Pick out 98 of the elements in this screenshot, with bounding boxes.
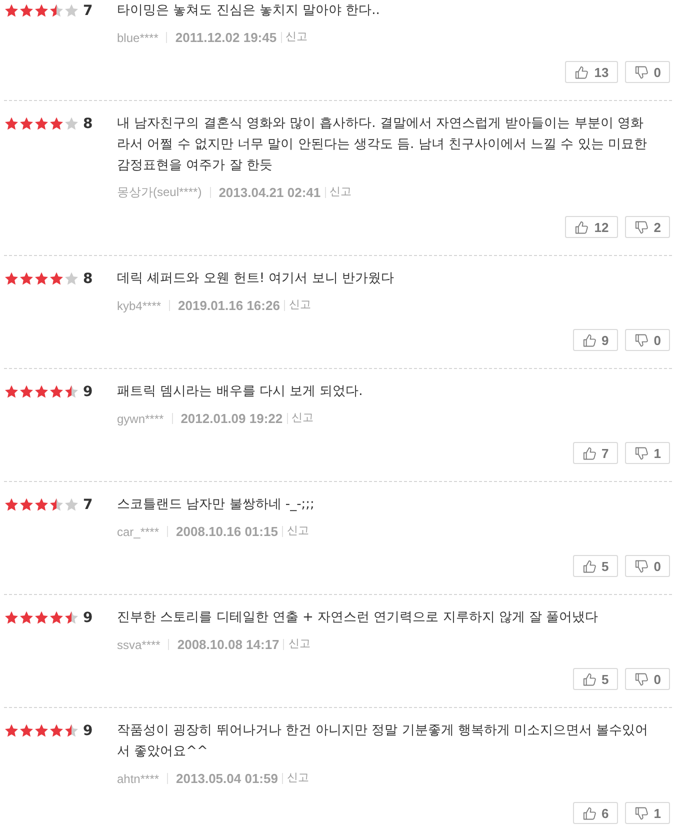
- like-button[interactable]: 12: [565, 216, 618, 238]
- star-icon: [5, 272, 18, 285]
- review-date: 2012.01.09 19:22: [180, 411, 283, 426]
- star-icon: [5, 385, 18, 398]
- star-icon: [50, 4, 63, 17]
- thumbs-down-icon: [634, 220, 648, 234]
- review-date: 2013.05.04 01:59: [176, 771, 278, 786]
- dislike-button[interactable]: 0: [624, 329, 670, 351]
- thumbs-up-icon: [575, 220, 588, 234]
- username: ssva****: [117, 638, 160, 652]
- star-icon: [35, 385, 48, 398]
- like-button[interactable]: 6: [572, 802, 618, 824]
- rating-score: 9: [83, 722, 93, 738]
- report-link[interactable]: 신고: [330, 184, 352, 198]
- review-date: 2008.10.16 01:15: [176, 524, 278, 539]
- star-icon: [65, 4, 78, 17]
- dislike-button[interactable]: 2: [624, 216, 670, 238]
- star-icon: [20, 117, 33, 130]
- rating-score: 9: [83, 384, 93, 400]
- thumbs-up-icon: [582, 334, 596, 346]
- thumbs-up-icon: [582, 672, 596, 686]
- review-text: 패트릭 뎀시라는 배우를 다시 보게 되었다.: [117, 383, 364, 401]
- rating-score: 7: [83, 496, 93, 512]
- star-icon: [5, 4, 18, 17]
- star-icon: [20, 611, 33, 624]
- star-icon: [35, 724, 48, 737]
- star-icon: [35, 4, 48, 17]
- thumbs-down-icon: [634, 334, 648, 346]
- thumbs-down-icon: [634, 560, 648, 572]
- star-icon: [35, 117, 48, 130]
- star-icon: [5, 724, 18, 737]
- star-icon: [65, 498, 78, 511]
- like-button[interactable]: 13: [565, 61, 618, 83]
- star-icon: [50, 611, 63, 624]
- username: ahtn****: [117, 772, 160, 786]
- username: car_****: [117, 524, 160, 538]
- username: blue****: [117, 30, 158, 44]
- review-text: 진부한 스토리를 디테일한 연출 + 자연스런 연기력으로 지루하지 않게 잘 풀어냈다: [117, 609, 600, 627]
- report-link[interactable]: 신고: [292, 410, 314, 424]
- review-date: 2019.01.16 16:26: [178, 298, 280, 313]
- report-link[interactable]: 신고: [288, 296, 311, 312]
- thumbs-up-icon: [582, 806, 596, 820]
- thumbs-down-icon: [634, 806, 648, 820]
- review-date: 2008.10.08 14:17: [177, 637, 280, 652]
- star-icon: [20, 498, 33, 511]
- star-icon: [20, 272, 33, 285]
- star-icon: [5, 611, 18, 624]
- dislike-button[interactable]: 1: [624, 442, 670, 464]
- thumbs-up-icon: [582, 446, 596, 460]
- star-icon: [65, 117, 78, 130]
- like-button[interactable]: 5: [572, 555, 618, 577]
- like-button[interactable]: 9: [572, 329, 618, 351]
- star-icon: [50, 498, 63, 511]
- star-icon: [65, 385, 78, 398]
- star-icon: [35, 272, 48, 285]
- review-text: 작품성이 굉장히 뛰어나거나 한건 아니지만 정말 기분좋게 행복하게 미소지으면서 볼수있어서 좋았어요^^: [117, 722, 650, 761]
- star-icon: [5, 498, 18, 511]
- like-button[interactable]: 7: [572, 442, 618, 464]
- star-icon: [50, 117, 63, 130]
- report-link[interactable]: 신고: [286, 522, 309, 538]
- review-date: 2013.04.21 02:41: [218, 185, 321, 200]
- star-icon: [65, 724, 78, 737]
- star-icon: [35, 611, 48, 624]
- star-icon: [50, 724, 63, 737]
- report-link[interactable]: 신고: [288, 636, 310, 650]
- thumbs-up-icon: [575, 66, 588, 78]
- rating-score: 8: [83, 116, 93, 132]
- report-link[interactable]: 신고: [286, 770, 309, 784]
- review-text: 내 남자친구의 결혼식 영화와 많이 흡사하다. 결말에서 자연스럽게 받아들이는 부분이 영화라서 어쩔 수 없지만 너무 말이 안된다는 생각도 듬. 남녀 친구사이에서 느낄 수 있는 미묘한 감정표현을 여주가 잘 한듯: [117, 115, 648, 175]
- like-button[interactable]: 5: [572, 668, 618, 690]
- dislike-button[interactable]: 0: [624, 555, 670, 577]
- thumbs-down-icon: [634, 446, 648, 460]
- thumbs-down-icon: [634, 672, 648, 686]
- dislike-button[interactable]: 0: [624, 668, 670, 690]
- dislike-button[interactable]: 1: [624, 802, 670, 824]
- review-text: 스코틀랜드 남자만 불쌍하네 -_-;;;: [117, 496, 316, 514]
- review-text: 데릭 셰퍼드와 오웬 헌트! 여기서 보니 반가웠다: [117, 270, 396, 288]
- rating-score: 9: [83, 610, 93, 626]
- star-icon: [65, 611, 78, 624]
- review-text: 타이밍은 놓쳐도 진심은 놓치지 말아야 한다..: [117, 2, 381, 20]
- star-icon: [20, 385, 33, 398]
- thumbs-down-icon: [634, 66, 648, 78]
- username: 몽상가(seul****): [117, 184, 202, 201]
- review-date: 2011.12.02 19:45: [175, 30, 277, 45]
- username: gywn****: [117, 412, 164, 426]
- star-icon: [5, 117, 18, 130]
- star-icon: [50, 272, 63, 285]
- star-icon: [65, 272, 78, 285]
- star-icon: [20, 4, 33, 17]
- star-icon: [20, 724, 33, 737]
- rating-score: 7: [83, 2, 93, 18]
- star-icon: [50, 385, 63, 398]
- thumbs-up-icon: [582, 560, 596, 572]
- rating-score: 8: [83, 270, 93, 286]
- star-icon: [35, 498, 48, 511]
- report-link[interactable]: 신고: [286, 28, 308, 44]
- username: kyb4****: [117, 298, 162, 312]
- dislike-button[interactable]: 0: [624, 61, 670, 83]
